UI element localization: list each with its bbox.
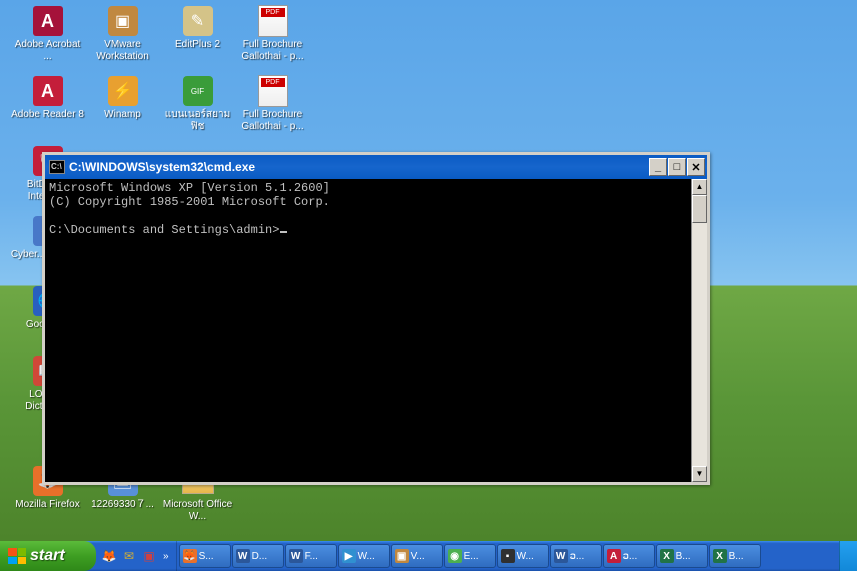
taskbar: start 🦊✉▣» 🦊S...WD...WF...▶W...▣V...◉E..… bbox=[0, 541, 857, 571]
adobe-icon: A bbox=[33, 76, 63, 106]
task-t-excel2[interactable]: XB... bbox=[709, 544, 761, 568]
task-t-chrome[interactable]: ◉E... bbox=[444, 544, 496, 568]
scroll-up-icon[interactable]: ▲ bbox=[692, 179, 707, 195]
ql-chevron-icon[interactable]: » bbox=[160, 551, 172, 562]
task-label: B... bbox=[729, 551, 744, 562]
task-t-wmp[interactable]: ▶W... bbox=[338, 544, 390, 568]
icon-label: Microsoft Office W... bbox=[160, 499, 235, 523]
task-label: D... bbox=[252, 551, 268, 562]
icon-label: Full Brochure Gallothai - p... bbox=[235, 39, 310, 63]
task-label: ວ... bbox=[623, 551, 638, 562]
pdf-icon bbox=[258, 5, 288, 37]
desktop-icon-winamp[interactable]: ⚡ Winamp bbox=[85, 75, 160, 121]
icon-label: Adobe Acrobat ... bbox=[10, 39, 85, 63]
pdf-icon bbox=[258, 75, 288, 107]
task-label: ວ... bbox=[570, 551, 585, 562]
task-t-vmware[interactable]: ▣V... bbox=[391, 544, 443, 568]
cmd-line: (C) Copyright 1985-2001 Microsoft Corp. bbox=[49, 195, 330, 209]
minimize-button[interactable]: _ bbox=[649, 158, 667, 176]
cmd-icon: C:\ bbox=[49, 160, 65, 174]
ql-ql-firefox[interactable]: 🦊 bbox=[100, 547, 118, 565]
desktop-icon-banner-siam[interactable]: GIF แบนเนอร์สยาม ฟิช bbox=[160, 75, 235, 133]
task-label: E... bbox=[464, 551, 479, 562]
task-icon: 🦊 bbox=[183, 549, 197, 563]
quick-launch: 🦊✉▣» bbox=[96, 541, 177, 571]
task-t-word1[interactable]: WD... bbox=[232, 544, 284, 568]
task-t-adobe[interactable]: Aວ... bbox=[603, 544, 655, 568]
task-icon: ▪ bbox=[501, 549, 515, 563]
icon-label: Mozilla Firefox bbox=[15, 499, 79, 511]
system-tray[interactable] bbox=[839, 541, 857, 571]
desktop-icon-brochure2[interactable]: Full Brochure Gallothai - p... bbox=[235, 75, 310, 133]
desktop-icon-editplus[interactable]: ✎ EditPlus 2 bbox=[160, 5, 235, 51]
icon-label: EditPlus 2 bbox=[175, 39, 220, 51]
desktop-icon-brochure1[interactable]: Full Brochure Gallothai - p... bbox=[235, 5, 310, 63]
task-icon: A bbox=[607, 549, 621, 563]
task-icon: ▶ bbox=[342, 549, 356, 563]
task-icon: ▣ bbox=[395, 549, 409, 563]
start-button[interactable]: start bbox=[0, 541, 96, 571]
task-t-word2[interactable]: WF... bbox=[285, 544, 337, 568]
app-icon: ✎ bbox=[183, 6, 213, 36]
windows-logo-icon bbox=[8, 548, 26, 564]
icon-label: Winamp bbox=[104, 109, 141, 121]
icon-label: แบนเนอร์สยาม ฟิช bbox=[160, 109, 235, 133]
task-icon: X bbox=[713, 549, 727, 563]
task-icon: X bbox=[660, 549, 674, 563]
task-icon: W bbox=[289, 549, 303, 563]
cmd-titlebar[interactable]: C:\ C:\WINDOWS\system32\cmd.exe _ □ ✕ bbox=[45, 155, 707, 179]
task-t-cmd[interactable]: ▪W... bbox=[497, 544, 549, 568]
icon-label: Adobe Reader 8 bbox=[11, 109, 84, 121]
cmd-line: Microsoft Windows XP [Version 5.1.2600] bbox=[49, 181, 330, 195]
scrollbar[interactable]: ▲ ▼ bbox=[691, 179, 707, 482]
task-label: V... bbox=[411, 551, 425, 562]
cmd-window: C:\ C:\WINDOWS\system32\cmd.exe _ □ ✕ Mi… bbox=[42, 152, 710, 485]
cursor-icon bbox=[280, 231, 287, 233]
adobe-icon: A bbox=[33, 6, 63, 36]
task-t-word3[interactable]: Wວ... bbox=[550, 544, 602, 568]
ql-ql-red[interactable]: ▣ bbox=[140, 547, 158, 565]
cmd-prompt: C:\Documents and Settings\admin> bbox=[49, 223, 279, 237]
desktop-icon-vmware[interactable]: ▣ VMware Workstation bbox=[85, 5, 160, 63]
app-icon: GIF bbox=[183, 76, 213, 106]
cmd-title: C:\WINDOWS\system32\cmd.exe bbox=[69, 160, 649, 174]
desktop-icon-adobe-reader[interactable]: A Adobe Reader 8 bbox=[10, 75, 85, 121]
scroll-thumb[interactable] bbox=[692, 195, 707, 223]
task-t-firefox[interactable]: 🦊S... bbox=[179, 544, 231, 568]
icon-label: 12269330７... bbox=[91, 499, 154, 511]
start-label: start bbox=[30, 547, 65, 565]
icon-label: VMware Workstation bbox=[85, 39, 160, 63]
desktop-icon-adobe-acrobat[interactable]: A Adobe Acrobat ... bbox=[10, 5, 85, 63]
task-label: S... bbox=[199, 551, 214, 562]
maximize-button[interactable]: □ bbox=[668, 158, 686, 176]
scroll-down-icon[interactable]: ▼ bbox=[692, 466, 707, 482]
task-icon: W bbox=[236, 549, 250, 563]
app-icon: ⚡ bbox=[108, 76, 138, 106]
taskbar-tasks: 🦊S...WD...WF...▶W...▣V...◉E...▪W...Wວ...… bbox=[177, 541, 839, 571]
task-label: F... bbox=[305, 551, 318, 562]
scroll-track[interactable] bbox=[692, 195, 707, 466]
icon-label: Full Brochure Gallothai - p... bbox=[235, 109, 310, 133]
task-label: B... bbox=[676, 551, 691, 562]
task-t-excel1[interactable]: XB... bbox=[656, 544, 708, 568]
cmd-terminal[interactable]: Microsoft Windows XP [Version 5.1.2600] … bbox=[45, 179, 691, 482]
task-label: W... bbox=[358, 551, 375, 562]
task-icon: W bbox=[554, 549, 568, 563]
task-icon: ◉ bbox=[448, 549, 462, 563]
close-button[interactable]: ✕ bbox=[687, 158, 705, 176]
task-label: W... bbox=[517, 551, 534, 562]
app-icon: ▣ bbox=[108, 6, 138, 36]
ql-ql-outlook[interactable]: ✉ bbox=[120, 547, 138, 565]
